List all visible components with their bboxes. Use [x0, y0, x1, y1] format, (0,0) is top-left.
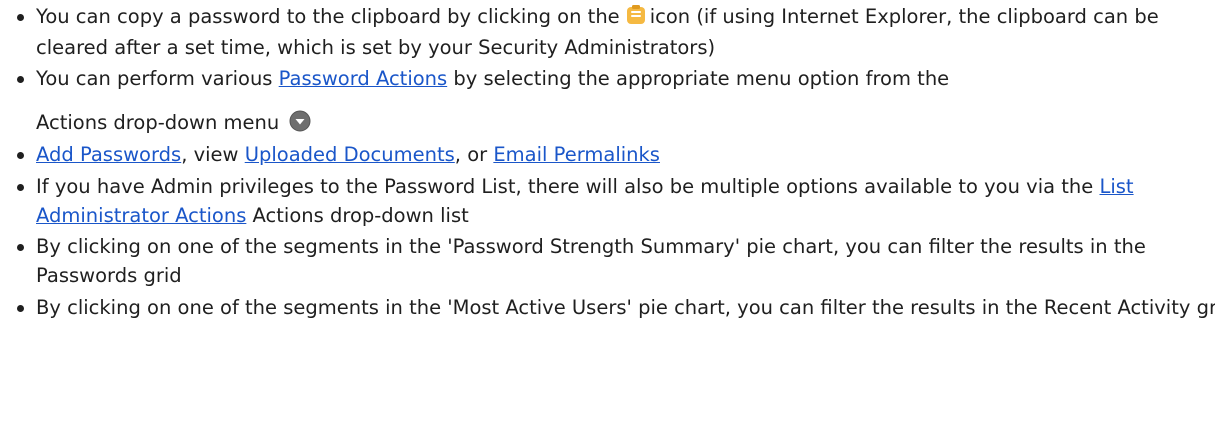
- list-item-admin-privileges: If you have Admin privileges to the Pass…: [0, 172, 1215, 230]
- clipboard-icon[interactable]: [626, 4, 646, 33]
- list-item-add-view-email: Add Passwords, view Uploaded Documents, …: [0, 140, 1215, 169]
- list-item-password-actions: You can perform various Password Actions…: [0, 64, 1215, 140]
- bullet-icon: [17, 152, 24, 159]
- list-item-copy-password: You can copy a password to the clipboard…: [0, 2, 1215, 62]
- bullet-icon: [17, 305, 24, 312]
- actions-dropdown-icon[interactable]: [289, 110, 311, 140]
- item-text: , view: [181, 143, 245, 166]
- item-text: by selecting the appropriate menu option…: [447, 67, 950, 90]
- list-item-password-strength-chart: By clicking on one of the segments in th…: [0, 232, 1215, 290]
- password-actions-link[interactable]: Password Actions: [279, 67, 448, 90]
- item-text: If you have Admin privileges to the Pass…: [36, 175, 1100, 198]
- item-text: You can copy a password to the clipboard…: [36, 5, 620, 28]
- add-passwords-link[interactable]: Add Passwords: [36, 143, 181, 166]
- uploaded-documents-link[interactable]: Uploaded Documents: [245, 143, 455, 166]
- actions-menu-label: Actions drop-down menu: [36, 111, 280, 134]
- item-text: Actions drop-down list: [246, 204, 469, 227]
- item-text-line2: Actions drop-down menu: [36, 108, 1215, 140]
- item-text: By clicking on one of the segments in th…: [36, 235, 1146, 287]
- item-text: You can perform various: [36, 67, 279, 90]
- item-text: By clicking on one of the segments in th…: [36, 296, 1215, 319]
- bullet-icon: [17, 184, 24, 191]
- email-permalinks-link[interactable]: Email Permalinks: [493, 143, 660, 166]
- bullet-icon: [17, 244, 24, 251]
- list-item-most-active-users-chart: By clicking on one of the segments in th…: [0, 293, 1215, 322]
- bullet-icon: [17, 76, 24, 83]
- item-text: , or: [454, 143, 494, 166]
- bullet-icon: [17, 14, 24, 21]
